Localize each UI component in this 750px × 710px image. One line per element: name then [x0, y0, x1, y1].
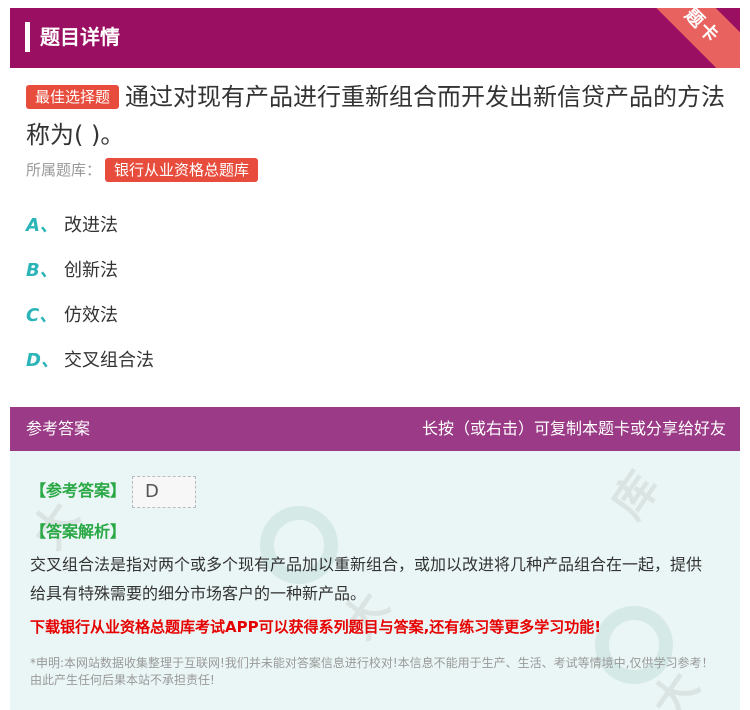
option-letter: D、: [26, 350, 59, 371]
share-hint: 长按（或右击）可复制本题卡或分享给好友: [421, 419, 726, 438]
card-ribbon[interactable]: 题卡: [635, 8, 740, 68]
page-title: 题目详情: [40, 25, 120, 49]
disclaimer: *申明:本网站数据收集整理于互联网!我们并未能对答案信息进行校对!本信息不能用于…: [30, 656, 714, 687]
reference-answer-label: 【参考答案】: [30, 481, 127, 500]
option-text: 交叉组合法: [64, 350, 154, 371]
header-accent-bar: [25, 22, 30, 52]
option-b[interactable]: B、 创新法: [26, 258, 118, 284]
option-letter: C、: [26, 305, 58, 326]
option-c[interactable]: C、 仿效法: [26, 303, 118, 329]
question-bank-row: 所属题库： 银行从业资格总题库: [26, 158, 259, 182]
option-text: 仿效法: [64, 305, 118, 326]
question-text: 通过对现有产品进行重新组合而开发出新信贷产品的方法称为( )。: [26, 83, 726, 149]
app-promo-link[interactable]: 下载银行从业资格总题库考试APP可以获得系列题目与答案,还有练习等更多学习功能!: [30, 616, 601, 638]
bank-name-tag[interactable]: 银行从业资格总题库: [105, 158, 259, 182]
question-type-tag: 最佳选择题: [26, 85, 120, 109]
option-text: 创新法: [64, 260, 118, 281]
watermark-glyph: 库: [602, 462, 670, 529]
option-a[interactable]: A、 改进法: [26, 213, 118, 239]
option-d[interactable]: D、 交叉组合法: [26, 348, 154, 374]
option-text: 改进法: [64, 215, 118, 236]
reference-answer-value: D: [132, 476, 196, 508]
analysis-label: 【答案解析】: [30, 522, 127, 541]
answer-section-header: 参考答案 长按（或右击）可复制本题卡或分享给好友: [10, 407, 740, 451]
bank-label: 所属题库：: [26, 161, 102, 179]
answer-section-title: 参考答案: [26, 419, 91, 438]
option-letter: A、: [26, 215, 58, 236]
detail-header: 题目详情 题卡: [10, 8, 740, 68]
question-text-block: 最佳选择题 通过对现有产品进行重新组合而开发出新信贷产品的方法称为( )。: [26, 78, 726, 154]
option-letter: B、: [26, 260, 58, 281]
analysis-text: 交叉组合法是指对两个或多个现有产品加以重新组合，或加以改进将几种产品组合在一起，…: [30, 555, 703, 603]
ribbon-label: 题卡: [680, 8, 724, 48]
